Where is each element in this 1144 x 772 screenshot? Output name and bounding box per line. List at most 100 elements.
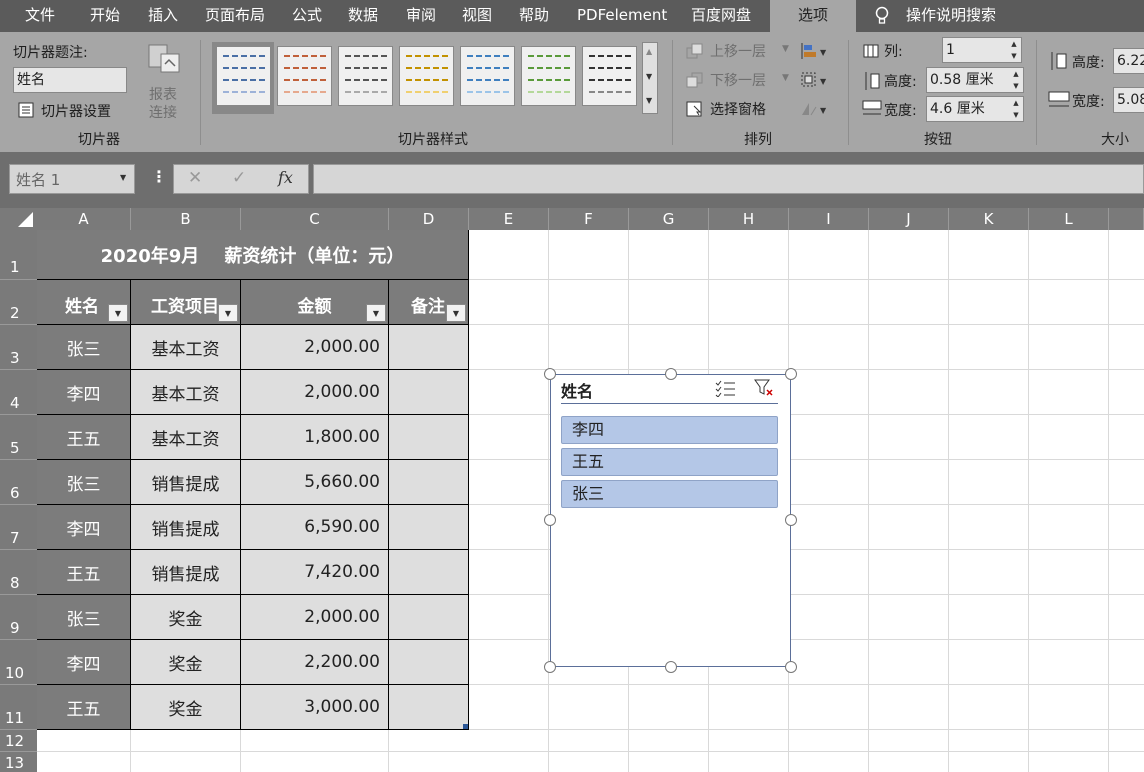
name-box[interactable]: 姓名 1 ▼ xyxy=(9,164,135,194)
tab-baidu-netdisk[interactable]: 百度网盘 xyxy=(691,0,751,32)
note-cell[interactable] xyxy=(389,370,469,415)
resize-handle[interactable] xyxy=(665,368,677,380)
column-header[interactable]: D xyxy=(389,208,469,230)
column-header[interactable]: A xyxy=(37,208,131,230)
shape-height-input[interactable]: 6.22 xyxy=(1113,48,1144,74)
row-header[interactable]: 12 xyxy=(0,730,37,752)
slicer-settings-button[interactable]: 切片器设置 xyxy=(13,100,123,122)
name-cell[interactable]: 张三 xyxy=(37,325,131,370)
column-header[interactable]: K xyxy=(949,208,1029,230)
slicer-style-5[interactable] xyxy=(460,46,515,106)
row-header[interactable]: 8 xyxy=(0,550,37,595)
amount-cell[interactable]: 2,000.00 xyxy=(241,370,389,415)
item-cell[interactable]: 奖金 xyxy=(131,595,241,640)
name-cell[interactable]: 李四 xyxy=(37,370,131,415)
column-header[interactable] xyxy=(1109,208,1144,230)
tab-page-layout[interactable]: 页面布局 xyxy=(205,0,265,32)
shape-width-input[interactable]: 5.08 xyxy=(1113,87,1144,113)
column-header[interactable]: B xyxy=(131,208,241,230)
name-cell[interactable]: 张三 xyxy=(37,460,131,505)
note-cell[interactable] xyxy=(389,685,469,730)
row-header[interactable]: 7 xyxy=(0,505,37,550)
row-header[interactable]: 6 xyxy=(0,460,37,505)
note-cell[interactable] xyxy=(389,460,469,505)
filter-dropdown-icon[interactable]: ▼ xyxy=(218,304,238,322)
style-gallery-scroll[interactable]: ▲ ▼ ▼ xyxy=(642,42,658,114)
item-cell[interactable]: 销售提成 xyxy=(131,550,241,595)
tab-help[interactable]: 帮助 xyxy=(519,0,549,32)
more-options-icon[interactable]: ⋮ xyxy=(151,167,167,186)
note-cell[interactable] xyxy=(389,415,469,460)
note-cell[interactable] xyxy=(389,640,469,685)
item-cell[interactable]: 基本工资 xyxy=(131,415,241,460)
tab-pdfelement[interactable]: PDFelement xyxy=(577,0,667,32)
insert-function-icon[interactable]: fx xyxy=(278,168,293,187)
row-header[interactable]: 9 xyxy=(0,595,37,640)
resize-handle[interactable] xyxy=(785,514,797,526)
slicer-style-4[interactable] xyxy=(399,46,454,106)
tab-insert[interactable]: 插入 xyxy=(148,0,178,32)
resize-handle[interactable] xyxy=(544,661,556,673)
row-header[interactable]: 11 xyxy=(0,685,37,730)
select-all-corner[interactable] xyxy=(0,208,37,230)
header-cell[interactable]: 姓名 ▼ xyxy=(37,280,131,325)
note-cell[interactable] xyxy=(389,550,469,595)
column-header[interactable]: C xyxy=(241,208,389,230)
formula-input[interactable] xyxy=(313,164,1144,194)
resize-handle[interactable] xyxy=(544,368,556,380)
resize-handle[interactable] xyxy=(785,368,797,380)
button-height-input[interactable]: 0.58 厘米 ▲ ▼ xyxy=(926,67,1024,93)
tab-data[interactable]: 数据 xyxy=(348,0,378,32)
tab-options[interactable]: 选项 xyxy=(770,0,856,32)
row-header[interactable]: 5 xyxy=(0,415,37,460)
item-cell[interactable]: 销售提成 xyxy=(131,505,241,550)
slicer-style-7[interactable] xyxy=(582,46,637,106)
spin-arrows-icon[interactable]: ▲ ▼ xyxy=(1009,38,1019,62)
item-cell[interactable]: 基本工资 xyxy=(131,370,241,415)
filter-dropdown-icon[interactable]: ▼ xyxy=(366,304,386,322)
amount-cell[interactable]: 6,590.00 xyxy=(241,505,389,550)
cancel-icon[interactable]: ✕ xyxy=(188,168,202,188)
align-icon[interactable]: ▼ xyxy=(800,42,830,64)
name-cell[interactable]: 王五 xyxy=(37,415,131,460)
row-header[interactable]: 1 xyxy=(0,230,37,280)
resize-handle[interactable] xyxy=(544,514,556,526)
name-cell[interactable]: 李四 xyxy=(37,640,131,685)
amount-cell[interactable]: 7,420.00 xyxy=(241,550,389,595)
tab-home[interactable]: 开始 xyxy=(90,0,120,32)
name-cell[interactable]: 王五 xyxy=(37,550,131,595)
resize-handle[interactable] xyxy=(785,661,797,673)
spin-arrows-icon[interactable]: ▲ ▼ xyxy=(1011,68,1021,92)
column-header[interactable]: F xyxy=(549,208,629,230)
slicer-item[interactable]: 王五 xyxy=(561,448,778,476)
slicer-panel[interactable]: 姓名 李四 王五 张三 xyxy=(550,374,791,667)
slicer-style-6[interactable] xyxy=(521,46,576,106)
slicer-style-1[interactable] xyxy=(216,46,271,106)
amount-cell[interactable]: 5,660.00 xyxy=(241,460,389,505)
row-header[interactable]: 3 xyxy=(0,325,37,370)
tell-me-search[interactable]: 操作说明搜索 xyxy=(906,0,996,32)
columns-input[interactable]: 1 ▲ ▼ xyxy=(942,37,1022,63)
amount-cell[interactable]: 3,000.00 xyxy=(241,685,389,730)
item-cell[interactable]: 奖金 xyxy=(131,640,241,685)
column-header[interactable]: J xyxy=(869,208,949,230)
slicer-caption-input[interactable]: 姓名 xyxy=(13,67,127,93)
column-header[interactable]: G xyxy=(629,208,709,230)
column-header[interactable]: E xyxy=(469,208,549,230)
table-resize-handle[interactable] xyxy=(463,724,468,729)
tab-file[interactable]: 文件 xyxy=(25,0,55,32)
name-cell[interactable]: 王五 xyxy=(37,685,131,730)
item-cell[interactable]: 销售提成 xyxy=(131,460,241,505)
amount-cell[interactable]: 1,800.00 xyxy=(241,415,389,460)
row-header[interactable]: 13 xyxy=(0,752,37,772)
table-title[interactable]: 2020年9月 薪资统计（单位：元） xyxy=(37,230,469,280)
filter-dropdown-icon[interactable]: ▼ xyxy=(446,304,466,322)
button-width-input[interactable]: 4.6 厘米 ▲ ▼ xyxy=(926,96,1024,122)
header-cell[interactable]: 金额 ▼ xyxy=(241,280,389,325)
note-cell[interactable] xyxy=(389,595,469,640)
slicer-style-2[interactable] xyxy=(277,46,332,106)
slicer-style-3[interactable] xyxy=(338,46,393,106)
resize-handle[interactable] xyxy=(665,661,677,673)
header-cell[interactable]: 工资项目 ▼ xyxy=(131,280,241,325)
item-cell[interactable]: 奖金 xyxy=(131,685,241,730)
